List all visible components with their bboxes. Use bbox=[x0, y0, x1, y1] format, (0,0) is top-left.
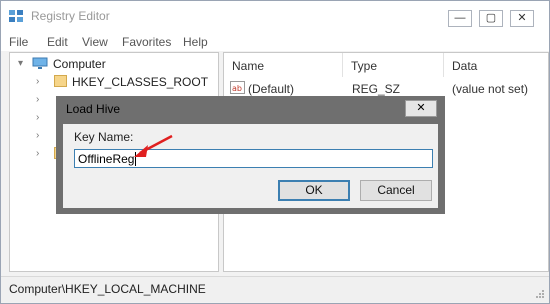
tree-item-hkey-classes-root[interactable]: HKEY_CLASSES_ROOT bbox=[72, 75, 208, 89]
menu-view[interactable]: View bbox=[82, 35, 108, 49]
column-header-name[interactable]: Name bbox=[224, 53, 343, 77]
status-path: Computer\HKEY_LOCAL_MACHINE bbox=[9, 282, 206, 296]
dialog-close-button[interactable]: ✕ bbox=[405, 100, 437, 117]
expand-chevron-icon[interactable]: › bbox=[36, 130, 39, 141]
value-name[interactable]: (Default) bbox=[248, 82, 294, 96]
menu-file[interactable]: File bbox=[9, 35, 28, 49]
expand-chevron-icon[interactable]: › bbox=[36, 112, 39, 123]
svg-text:ab: ab bbox=[232, 84, 242, 93]
menu-edit[interactable]: Edit bbox=[47, 35, 68, 49]
column-header-data[interactable]: Data bbox=[444, 53, 548, 77]
load-hive-dialog: Load Hive ✕ Key Name: OfflineReg OK Canc… bbox=[56, 96, 445, 214]
cancel-button[interactable]: Cancel bbox=[360, 180, 432, 201]
minimize-button[interactable]: — bbox=[448, 10, 472, 27]
expand-chevron-icon[interactable]: › bbox=[36, 94, 39, 105]
tree-item-computer[interactable]: Computer bbox=[53, 57, 106, 71]
menu-bar: File Edit View Favorites Help bbox=[1, 31, 549, 51]
resize-grip-icon[interactable] bbox=[535, 289, 545, 299]
folder-icon bbox=[54, 75, 67, 87]
dialog-title: Load Hive bbox=[66, 102, 121, 116]
expand-chevron-icon[interactable]: › bbox=[36, 148, 39, 159]
registry-editor-icon bbox=[9, 10, 23, 22]
title-bar: Registry Editor — ▢ ✕ bbox=[1, 1, 549, 31]
expand-chevron-icon[interactable]: › bbox=[36, 76, 39, 87]
collapse-chevron-icon[interactable]: ▾ bbox=[18, 58, 23, 69]
close-button[interactable]: ✕ bbox=[510, 10, 534, 27]
maximize-button[interactable]: ▢ bbox=[479, 10, 503, 27]
value-data: (value not set) bbox=[452, 82, 529, 96]
status-bar: Computer\HKEY_LOCAL_MACHINE bbox=[1, 276, 549, 302]
computer-icon bbox=[32, 57, 48, 69]
menu-favorites[interactable]: Favorites bbox=[122, 35, 171, 49]
column-header-type[interactable]: Type bbox=[343, 53, 444, 77]
annotation-arrow-icon bbox=[134, 134, 173, 157]
ok-button[interactable]: OK bbox=[278, 180, 350, 201]
menu-help[interactable]: Help bbox=[183, 35, 208, 49]
string-value-icon: ab bbox=[230, 81, 245, 94]
value-type: REG_SZ bbox=[352, 82, 401, 96]
window-title: Registry Editor bbox=[31, 9, 110, 23]
